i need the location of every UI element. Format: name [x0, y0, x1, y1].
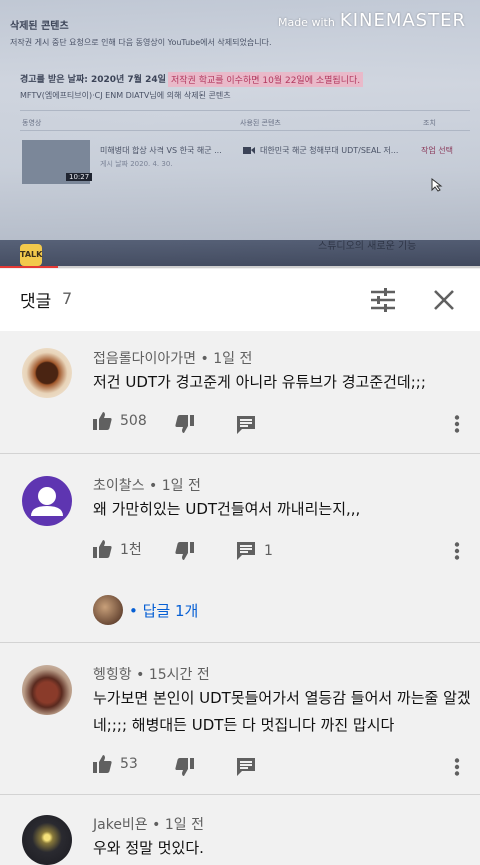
thumbs-down-icon[interactable] — [175, 415, 194, 433]
divider — [20, 130, 470, 131]
thumbs-down-icon[interactable] — [175, 542, 194, 560]
comment-time: 1일 전 — [213, 351, 253, 367]
comment-meta: 접음롤다이아가면 • 1일 전 — [93, 351, 253, 367]
comment-divider — [0, 642, 480, 643]
comment-meta: 헹힝항 • 15시간 전 — [93, 667, 210, 683]
like-button[interactable]: 1천 — [93, 539, 142, 559]
comment-author[interactable]: 접음롤다이아가면 — [93, 351, 196, 367]
video-camera-icon — [243, 147, 255, 154]
comment-text: 우와 정말 멋있다. — [93, 839, 204, 857]
comment-time: 1일 전 — [164, 817, 204, 833]
comment-text: 네;;;; 해병대든 UDT든 다 멋집니다 까진 맙시다 — [93, 716, 395, 734]
comment-author[interactable]: Jake비욘 — [93, 817, 148, 833]
view-replies-text: • 답글 1개 — [129, 601, 199, 620]
comment-divider — [0, 794, 480, 795]
kinemaster-watermark: Made with KINEMASTER — [278, 10, 466, 31]
like-button[interactable]: 508 — [93, 412, 147, 430]
reply-icon[interactable] — [237, 758, 255, 776]
thumbs-up-icon — [93, 540, 112, 558]
more-options-icon[interactable] — [454, 415, 460, 433]
like-button[interactable]: 53 — [93, 755, 138, 773]
reply-icon — [237, 542, 255, 560]
like-count: 1천 — [120, 542, 142, 558]
video-col-video: 동영상 — [22, 119, 42, 127]
avatar[interactable] — [22, 665, 72, 715]
avatar[interactable] — [22, 476, 72, 526]
video-row-used: 대한민국 해군 청해부대 UDT/SEAL 저... — [260, 146, 399, 155]
comment-author[interactable]: 초이찰스 — [93, 478, 145, 494]
video-bottom-text: 스튜디오의 새로운 기능 — [318, 241, 417, 252]
comments-list: 접음롤다이아가면 • 1일 전 저건 UDT가 경고준게 아니라 유튜브가 경고… — [0, 331, 480, 865]
kakao-talk-icon: TALK — [20, 244, 42, 266]
comments-header: 댓글 7 — [0, 269, 480, 331]
comment-meta: Jake비욘 • 1일 전 — [93, 817, 204, 833]
video-progress-bar[interactable] — [0, 266, 480, 268]
divider — [20, 110, 470, 111]
reply-avatar — [93, 595, 123, 625]
comment-author[interactable]: 헹힝항 — [93, 667, 132, 683]
more-options-icon[interactable] — [454, 758, 460, 776]
default-user-icon — [31, 487, 63, 516]
comment-time: 15시간 전 — [148, 667, 210, 683]
sort-filter-icon[interactable] — [370, 287, 396, 313]
comment-text: 저건 UDT가 경고준게 아니라 유튜브가 경고준건데;;; — [93, 373, 426, 391]
video-row-action: 작업 선택 — [421, 146, 453, 155]
more-options-icon[interactable] — [454, 542, 460, 560]
reply-button[interactable]: 1 — [237, 542, 273, 560]
video-col-used: 사용된 콘텐츠 — [240, 119, 281, 127]
view-replies-link[interactable]: • 답글 1개 — [93, 595, 198, 625]
video-claimant-line: MFTV(엠에프티브이)·CJ ENM DIATV님에 의해 삭제된 콘텐츠 — [20, 91, 231, 100]
comment-text: 왜 가만히있는 UDT건들여서 까내리는지,,, — [93, 500, 361, 518]
reply-icon[interactable] — [237, 416, 255, 434]
video-row-title: 미해병대 합상 사격 VS 한국 해군 ... — [100, 146, 222, 155]
comment-time: 1일 전 — [161, 478, 201, 494]
comment-divider — [0, 453, 480, 454]
video-panel-desc: 저작권 게시 중단 요청으로 인해 다음 동영상이 YouTube에서 삭제되었… — [10, 38, 272, 47]
thumbs-up-icon — [93, 412, 112, 430]
like-count: 53 — [120, 756, 138, 772]
watermark-big: KINEMASTER — [339, 10, 466, 31]
avatar[interactable] — [22, 348, 72, 398]
video-duration: 10:27 — [66, 173, 93, 181]
thumbs-down-icon[interactable] — [175, 758, 194, 776]
like-count: 508 — [120, 413, 147, 429]
video-row-date: 게시 날짜 2020. 4. 30. — [100, 160, 173, 168]
cursor-icon — [431, 178, 443, 192]
reply-count: 1 — [264, 543, 273, 559]
comment-meta: 초이찰스 • 1일 전 — [93, 478, 201, 494]
video-warning-expire: 저작권 학교를 이수하면 10월 22일에 소멸됩니다. — [168, 72, 364, 87]
video-panel-title: 삭제된 콘텐츠 — [10, 21, 69, 32]
thumbs-up-icon — [93, 755, 112, 773]
watermark-small: Made with — [277, 16, 335, 29]
avatar[interactable] — [22, 815, 72, 865]
video-col-action: 조치 — [423, 119, 436, 127]
comments-count: 7 — [62, 289, 73, 308]
comment-text: 누가보면 본인이 UDT못들어가서 열등감 들어서 까는줄 알겠 — [93, 689, 471, 707]
video-warning-label: 경고를 받은 날짜: 2020년 7월 24일 — [20, 75, 166, 85]
close-icon[interactable] — [431, 287, 457, 313]
video-progress-fill — [0, 266, 58, 268]
comments-title: 댓글 — [20, 292, 52, 312]
video-player[interactable]: 삭제된 콘텐츠 저작권 게시 중단 요청으로 인해 다음 동영상이 YouTub… — [0, 0, 480, 268]
